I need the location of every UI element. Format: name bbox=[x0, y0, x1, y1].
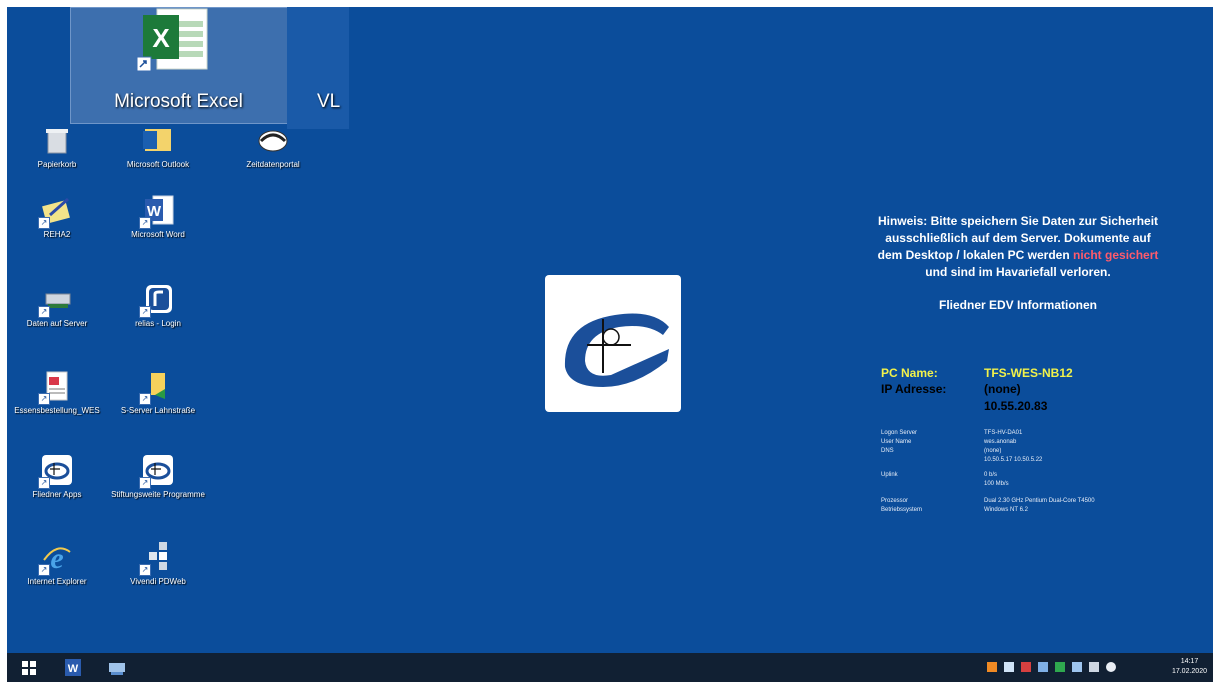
tray-security-icon[interactable] bbox=[1021, 662, 1031, 672]
info-panel: Hinweis: Bitte speichern Sie Daten zur S… bbox=[865, 213, 1195, 312]
shortcut-arrow-icon: ↗ bbox=[38, 217, 50, 229]
shortcut-arrow-icon: ↗ bbox=[139, 564, 151, 576]
shortcut-arrow-icon: ↗ bbox=[139, 306, 151, 318]
icon-label: Stiftungsweite Programme bbox=[111, 490, 205, 499]
shortcut-arrow-icon: ↗ bbox=[38, 477, 50, 489]
fliedner-logo-icon: ↗ bbox=[38, 453, 74, 489]
shortcut-arrow-icon: ↗ bbox=[139, 217, 151, 229]
vl-label: VL bbox=[317, 91, 341, 112]
icon-label: Papierkorb bbox=[37, 160, 77, 169]
vivendi-icon: ↗ bbox=[139, 540, 175, 576]
icon-label: Internet Explorer bbox=[27, 577, 87, 586]
reha-notepad-icon: ↗ bbox=[38, 193, 74, 229]
tray-volume-icon[interactable] bbox=[1106, 662, 1116, 672]
desktop-icon-daten-auf-server[interactable]: ↗ Daten auf Server bbox=[8, 282, 106, 329]
tray-network-icon[interactable] bbox=[1072, 662, 1082, 672]
desktop-icon-essensbestellung[interactable]: ↗ Essensbestellung_WES bbox=[8, 369, 106, 416]
tray-message-icon[interactable] bbox=[1089, 662, 1099, 672]
ip-value-2: 10.55.20.83 bbox=[984, 399, 1048, 413]
detail-value: Dual 2.30 GHz Pentium Dual-Core T4500 bbox=[984, 498, 1095, 504]
icon-label: REHA2 bbox=[43, 230, 71, 239]
detail-label: DNS bbox=[881, 448, 894, 454]
tray-status-icon[interactable] bbox=[1055, 662, 1065, 672]
icon-label: Fliedner Apps bbox=[32, 490, 82, 499]
shortcut-arrow-icon: ↗ bbox=[139, 477, 151, 489]
detail-value: 0 b/s bbox=[984, 472, 998, 478]
tray-app-icon[interactable] bbox=[987, 662, 997, 672]
detail-label: Betriebssystem bbox=[881, 507, 923, 513]
notice-warning: nicht gesichert bbox=[1073, 248, 1159, 262]
shortcut-arrow-icon: ↗ bbox=[38, 306, 50, 318]
detail-value: 100 Mb/s bbox=[984, 481, 1009, 487]
detail-label: Uplink bbox=[881, 472, 898, 478]
detail-value: Windows NT 6.2 bbox=[984, 507, 1028, 513]
svg-text:X: X bbox=[152, 23, 170, 53]
folder-icon: ↗ bbox=[139, 369, 175, 405]
pc-name-label: PC Name: bbox=[881, 366, 938, 380]
recycle-bin-icon bbox=[40, 123, 74, 157]
desktop-icon-internet-explorer[interactable]: e ↗ Internet Explorer bbox=[8, 540, 106, 587]
clock-time: 14:17 bbox=[1180, 658, 1199, 665]
detail-value: TFS-HV-DA01 bbox=[984, 430, 1023, 436]
desktop-icon-vivendi[interactable]: ↗ Vivendi PDWeb bbox=[109, 540, 207, 587]
detail-label: Logon Server bbox=[881, 430, 918, 436]
info-title: Fliedner EDV Informationen bbox=[938, 298, 1097, 312]
icon-label: S-Server Lahnstraße bbox=[120, 406, 196, 415]
detail-value: (none) bbox=[984, 448, 1002, 454]
storage-notice: Hinweis: Bitte speichern Sie Daten zur S… bbox=[873, 213, 1163, 281]
detail-value: 10.50.5.17 10.50.5.22 bbox=[984, 457, 1043, 463]
icon-label: Microsoft Word bbox=[131, 230, 185, 239]
relias-icon: ↗ bbox=[139, 282, 175, 318]
icon-label: Microsoft Outlook bbox=[126, 160, 190, 169]
pc-name-value: TFS-WES-NB12 bbox=[984, 366, 1073, 380]
icon-label: Vivendi PDWeb bbox=[130, 577, 186, 586]
ip-value-1: (none) bbox=[984, 382, 1021, 396]
internet-explorer-icon: e ↗ bbox=[38, 540, 74, 576]
svg-text:e: e bbox=[50, 542, 63, 574]
desktop-icon-word[interactable]: W ↗ Microsoft Word bbox=[109, 193, 207, 240]
desktop-icon-reha2[interactable]: ↗ REHA2 bbox=[8, 193, 106, 240]
clock-portal-icon bbox=[256, 123, 290, 157]
taskbar: W 14:17 17.02.2020 bbox=[7, 653, 1213, 682]
excel-label: Microsoft Excel bbox=[114, 91, 243, 112]
icon-label: Essensbestellung_WES bbox=[14, 406, 100, 415]
shortcut-arrow-icon: ↗ bbox=[139, 393, 151, 405]
excel-icon: X bbox=[136, 8, 208, 72]
tray-display-icon[interactable] bbox=[1038, 662, 1048, 672]
start-icon[interactable] bbox=[17, 657, 41, 678]
clock-date: 17.02.2020 bbox=[1171, 668, 1207, 675]
desktop-icon-outlook[interactable]: Microsoft Outlook bbox=[109, 123, 207, 170]
desktop: VL X Microsoft Excel Papierkorb Microsof… bbox=[7, 7, 1213, 653]
taskbar-clock[interactable]: 14:17 17.02.2020 bbox=[1172, 657, 1207, 677]
pdf-document-icon: ↗ bbox=[38, 369, 74, 405]
desktop-icon-papierkorb[interactable]: Papierkorb bbox=[8, 123, 106, 170]
notice-text-end: und sind im Havariefall verloren. bbox=[925, 265, 1111, 279]
icon-label: relias - Login bbox=[135, 319, 181, 328]
outlook-icon bbox=[141, 123, 175, 157]
vl-icon-preview[interactable]: VL bbox=[287, 7, 349, 129]
fliedner-logo-icon: ↗ bbox=[139, 453, 175, 489]
tray-sync-icon[interactable] bbox=[1004, 662, 1014, 672]
ip-label: IP Adresse: bbox=[881, 382, 947, 396]
desktop-icon-stiftungsweite[interactable]: ↗ Stiftungsweite Programme bbox=[109, 453, 207, 500]
desktop-icon-fliedner-apps[interactable]: ↗ Fliedner Apps bbox=[8, 453, 106, 500]
fliedner-wallpaper-logo bbox=[545, 275, 681, 412]
word-icon: W ↗ bbox=[139, 193, 175, 229]
shortcut-arrow-icon: ↗ bbox=[38, 564, 50, 576]
desktop-icon-relias[interactable]: ↗ relias - Login bbox=[109, 282, 207, 329]
word-taskbar-icon[interactable]: W bbox=[61, 657, 85, 678]
fliedner-logo-icon bbox=[564, 313, 669, 387]
server-drive-icon: ↗ bbox=[38, 282, 74, 318]
desktop-icon-zeitdatenportal[interactable]: Zeitdatenportal bbox=[224, 123, 322, 170]
icon-label: Zeitdatenportal bbox=[246, 160, 300, 169]
icon-label: Daten auf Server bbox=[26, 319, 88, 328]
svg-text:W: W bbox=[68, 663, 79, 675]
shortcut-arrow-icon: ↗ bbox=[38, 393, 50, 405]
network-drive-taskbar-icon[interactable] bbox=[105, 657, 129, 678]
detail-label: User Name bbox=[881, 439, 912, 445]
desktop-icon-s-server[interactable]: ↗ S-Server Lahnstraße bbox=[109, 369, 207, 416]
detail-value: wes.anonab bbox=[984, 439, 1017, 445]
detail-label: Prozessor bbox=[881, 498, 909, 504]
